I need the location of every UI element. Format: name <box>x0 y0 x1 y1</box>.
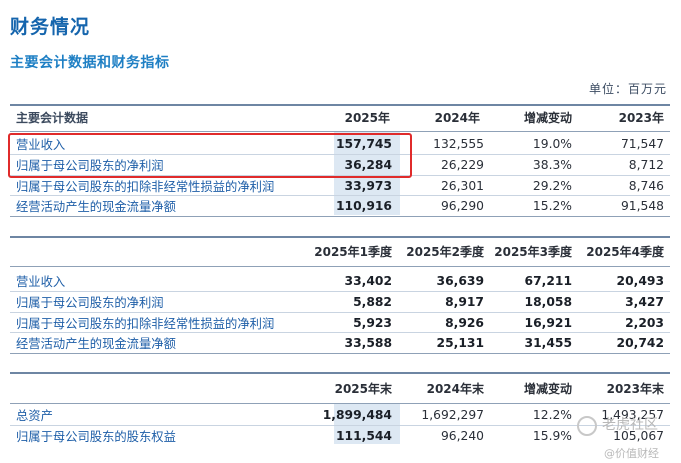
value-2025: 33,973 <box>344 178 392 193</box>
table-header: 2025年1季度 2025年2季度 2025年3季度 2025年4季度 <box>10 240 670 262</box>
header-q2: 2025年2季度 <box>406 244 484 259</box>
value-2025-end: 1,899,484 <box>322 407 392 422</box>
value-2024: 96,290 <box>440 198 484 213</box>
value-2024: 26,301 <box>440 178 484 193</box>
header-change: 增减变动 <box>523 381 572 396</box>
value-q4: 20,493 <box>616 273 664 288</box>
value-q1: 5,882 <box>353 294 392 309</box>
row-label: 归属于母公司股东的扣除非经常性损益的净利润 <box>16 316 275 331</box>
header-2023-end: 2023年末 <box>606 381 664 396</box>
value-2025: 110,916 <box>335 198 392 213</box>
header-2025-end: 2025年末 <box>334 381 392 396</box>
value-q2: 25,131 <box>436 335 484 350</box>
row-label: 归属于母公司股东的股东权益 <box>16 429 176 444</box>
header-2025: 2025年 <box>344 110 390 125</box>
row-label: 经营活动产生的现金流量净额 <box>16 336 176 351</box>
row-label: 归属于母公司股东的扣除非经常性损益的净利润 <box>16 179 275 194</box>
value-q4: 3,427 <box>625 294 664 309</box>
value-q3: 31,455 <box>524 335 572 350</box>
value-change: 15.9% <box>532 428 572 443</box>
row-label: 营业收入 <box>16 274 66 289</box>
header-2024-end: 2024年末 <box>426 381 484 396</box>
value-2024: 26,229 <box>440 157 484 172</box>
table-row: 经营活动产生的现金流量净额 33,588 25,131 31,455 20,74… <box>10 333 670 352</box>
watermark-logo-icon <box>577 416 597 436</box>
value-q1: 33,402 <box>344 273 392 288</box>
unit-label: 单位：百万元 <box>588 82 667 96</box>
value-q2: 8,917 <box>445 294 484 309</box>
table-row: 归属于母公司股东的扣除非经常性损益的净利润 5,923 8,926 16,921… <box>10 313 670 332</box>
header-2023: 2023年 <box>618 110 664 125</box>
page-subtitle: 主要会计数据和财务指标 <box>10 55 170 71</box>
watermark-text: 老虎社区 <box>602 417 658 433</box>
table-header: 2025年末 2024年末 增减变动 2023年末 <box>10 377 670 399</box>
table-row: 经营活动产生的现金流量净额 110,916 96,290 15.2% 91,54… <box>10 196 670 215</box>
row-label: 归属于母公司股东的净利润 <box>16 295 164 310</box>
value-2024: 132,555 <box>433 136 484 151</box>
table-row: 总资产 1,899,484 1,692,297 12.2% 1,493,257 <box>10 405 670 424</box>
watermark-handle: @价值财经 <box>604 447 659 460</box>
table-header: 主要会计数据 2025年 2024年 增减变动 2023年 <box>10 106 670 128</box>
header-2024: 2024年 <box>434 110 480 125</box>
table-row: 归属于母公司股东的股东权益 111,544 96,240 15.9% 105,0… <box>10 426 670 445</box>
value-q3: 16,921 <box>524 315 572 330</box>
value-q1: 33,588 <box>344 335 392 350</box>
value-2023: 8,746 <box>628 178 664 193</box>
table-row: 营业收入 33,402 36,639 67,211 20,493 <box>10 271 670 290</box>
row-label: 总资产 <box>16 408 53 423</box>
value-2023: 71,547 <box>620 136 664 151</box>
table-row: 归属于母公司股东的扣除非经常性损益的净利润 33,973 26,301 29.2… <box>10 176 670 195</box>
value-2023: 91,548 <box>620 198 664 213</box>
value-q1: 5,923 <box>353 315 392 330</box>
value-change: 38.3% <box>532 157 572 172</box>
header-q1: 2025年1季度 <box>314 244 392 259</box>
value-change: 12.2% <box>532 407 572 422</box>
row-label: 经营活动产生的现金流量净额 <box>16 199 176 214</box>
value-q4: 20,742 <box>616 335 664 350</box>
value-change: 29.2% <box>532 178 572 193</box>
table-row: 归属于母公司股东的净利润 5,882 8,917 18,058 3,427 <box>10 292 670 311</box>
header-q4: 2025年4季度 <box>586 244 664 259</box>
header-label: 主要会计数据 <box>16 110 89 125</box>
value-2024-end: 96,240 <box>440 428 484 443</box>
value-q2: 8,926 <box>445 315 484 330</box>
highlight-box <box>8 133 412 178</box>
value-q2: 36,639 <box>436 273 484 288</box>
value-2025-end: 111,544 <box>335 428 392 443</box>
header-q3: 2025年3季度 <box>494 244 572 259</box>
value-q3: 18,058 <box>524 294 572 309</box>
value-q4: 2,203 <box>625 315 664 330</box>
page-title: 财务情况 <box>10 16 91 38</box>
value-2024-end: 1,692,297 <box>421 407 484 422</box>
value-change: 19.0% <box>532 136 572 151</box>
value-q3: 67,211 <box>524 273 572 288</box>
header-change: 增减变动 <box>523 110 572 125</box>
value-change: 15.2% <box>532 198 572 213</box>
value-2023: 8,712 <box>628 157 664 172</box>
